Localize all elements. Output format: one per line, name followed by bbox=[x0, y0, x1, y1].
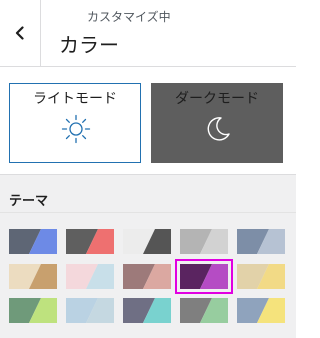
theme-swatch[interactable] bbox=[9, 298, 57, 323]
theme-swatch[interactable] bbox=[9, 264, 57, 289]
theme-swatch[interactable] bbox=[66, 264, 114, 289]
mode-section: ライトモード ダークモード bbox=[0, 67, 296, 174]
sun-icon bbox=[61, 114, 91, 144]
theme-swatch[interactable] bbox=[180, 298, 228, 323]
moon-icon bbox=[207, 117, 230, 141]
section-title-divider bbox=[0, 212, 296, 213]
theme-swatch[interactable] bbox=[66, 229, 114, 254]
light-mode-label: ライトモード bbox=[33, 91, 117, 107]
back-button[interactable] bbox=[0, 0, 41, 66]
theme-swatch[interactable] bbox=[123, 229, 171, 254]
page-title: カラー bbox=[59, 33, 119, 57]
section-divider bbox=[0, 174, 296, 175]
theme-swatch[interactable] bbox=[9, 229, 57, 254]
theme-section-title: テーマ bbox=[9, 194, 49, 209]
dark-mode-button[interactable]: ダークモード bbox=[151, 83, 283, 163]
theme-swatch[interactable] bbox=[180, 229, 228, 254]
theme-swatch[interactable] bbox=[237, 298, 285, 323]
theme-swatch[interactable] bbox=[66, 298, 114, 323]
theme-swatch[interactable] bbox=[237, 264, 285, 289]
theme-swatch[interactable] bbox=[175, 259, 233, 294]
theme-swatch[interactable] bbox=[123, 298, 171, 323]
chevron-left-icon bbox=[15, 26, 24, 40]
customizing-label: カスタマイズ中 bbox=[87, 10, 171, 24]
theme-swatch[interactable] bbox=[123, 264, 171, 289]
dark-mode-label: ダークモード bbox=[175, 91, 259, 107]
theme-swatch[interactable] bbox=[237, 229, 285, 254]
header: カスタマイズ中 カラー bbox=[0, 0, 296, 67]
light-mode-button[interactable]: ライトモード bbox=[9, 83, 141, 163]
